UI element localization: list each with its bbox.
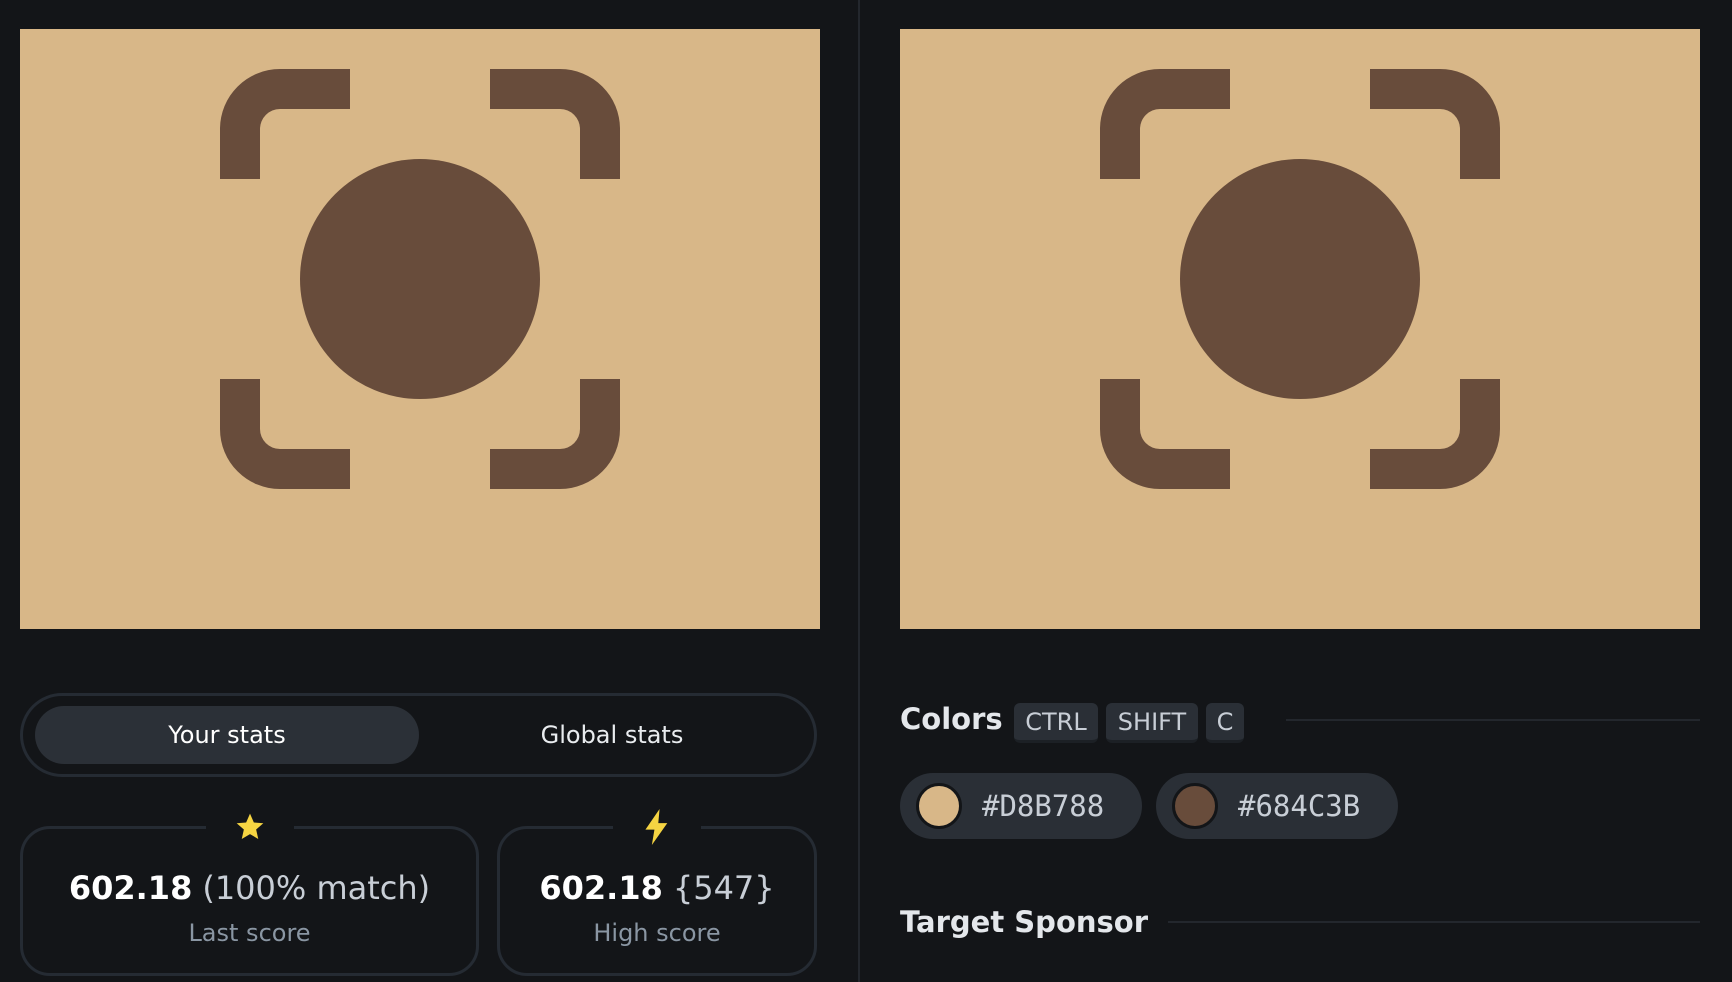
high-score-label: High score bbox=[593, 919, 721, 947]
target-image bbox=[900, 29, 1700, 629]
last-score-value: 602.18 bbox=[68, 869, 193, 907]
panel-divider bbox=[858, 0, 860, 982]
target-preview bbox=[900, 29, 1700, 629]
output-image bbox=[20, 29, 820, 629]
sponsor-divider bbox=[1168, 921, 1700, 923]
color-swatch-button[interactable]: #D8B788 bbox=[900, 773, 1142, 839]
color-swatch-button[interactable]: #684C3B bbox=[1156, 773, 1398, 839]
your-stats-tab[interactable]: Your stats bbox=[35, 706, 419, 764]
last-score-match: (100% match) bbox=[202, 869, 431, 907]
color-hex-label: #D8B788 bbox=[982, 789, 1105, 823]
output-preview bbox=[20, 29, 820, 629]
stats-toggle: Your stats Global stats bbox=[20, 693, 817, 777]
last-score-card: 602.18 (100% match) Last score bbox=[20, 805, 479, 976]
target-sponsor-heading: Target Sponsor bbox=[900, 905, 1149, 939]
color-dot bbox=[1172, 783, 1218, 829]
global-stats-tab[interactable]: Global stats bbox=[420, 706, 804, 764]
colors-divider bbox=[1286, 719, 1700, 721]
high-score-count: {547} bbox=[672, 869, 775, 907]
high-score-value: 602.18 bbox=[539, 869, 663, 907]
high-score-card: 602.18 {547} High score bbox=[497, 805, 817, 976]
color-hex-label: #684C3B bbox=[1238, 789, 1361, 823]
shortcut-key-c: C bbox=[1206, 703, 1244, 743]
last-score-label: Last score bbox=[188, 919, 311, 947]
colors-heading: Colors bbox=[900, 702, 1003, 736]
shortcut-key-ctrl: CTRL bbox=[1014, 703, 1098, 743]
lightning-icon bbox=[613, 805, 701, 849]
color-dot bbox=[916, 783, 962, 829]
shortcut-key-shift: SHIFT bbox=[1106, 703, 1198, 743]
star-icon bbox=[205, 805, 294, 849]
